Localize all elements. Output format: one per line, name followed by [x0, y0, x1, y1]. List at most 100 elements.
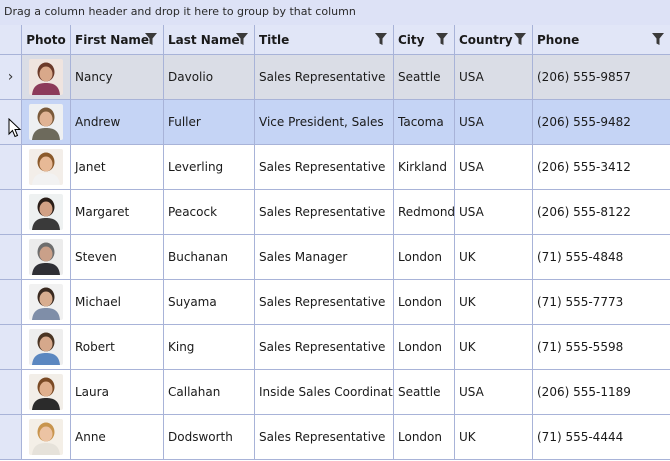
- first-name-cell[interactable]: Andrew: [71, 100, 164, 144]
- last-name: Peacock: [168, 205, 218, 219]
- column-header-first-name[interactable]: First Name: [71, 25, 164, 54]
- photo-cell[interactable]: [22, 100, 71, 144]
- phone-cell[interactable]: (206) 555-1189: [533, 370, 670, 414]
- group-panel[interactable]: Drag a column header and drop it here to…: [0, 0, 670, 25]
- last-name-cell[interactable]: Fuller: [164, 100, 255, 144]
- column-header-phone[interactable]: Phone: [533, 25, 670, 54]
- row-indicator[interactable]: [0, 280, 22, 324]
- first-name-cell[interactable]: Robert: [71, 325, 164, 369]
- photo-cell[interactable]: [22, 55, 71, 99]
- table-row[interactable]: Anne Dodsworth Sales Representative Lond…: [0, 415, 670, 460]
- first-name-cell[interactable]: Janet: [71, 145, 164, 189]
- phone-cell[interactable]: (206) 555-9482: [533, 100, 670, 144]
- row-indicator[interactable]: [0, 145, 22, 189]
- row-indicator[interactable]: [0, 190, 22, 234]
- table-row[interactable]: Michael Suyama Sales Representative Lond…: [0, 280, 670, 325]
- column-header-title[interactable]: Title: [255, 25, 394, 54]
- first-name-cell[interactable]: Nancy: [71, 55, 164, 99]
- photo-cell[interactable]: [22, 280, 71, 324]
- title-cell[interactable]: Sales Representative: [255, 190, 394, 234]
- table-row[interactable]: Janet Leverling Sales Representative Kir…: [0, 145, 670, 190]
- city-cell[interactable]: London: [394, 325, 455, 369]
- city-cell[interactable]: Tacoma: [394, 100, 455, 144]
- last-name-cell[interactable]: Davolio: [164, 55, 255, 99]
- row-indicator[interactable]: [0, 235, 22, 279]
- city-cell[interactable]: Kirkland: [394, 145, 455, 189]
- filter-icon[interactable]: [514, 33, 526, 46]
- table-row[interactable]: Robert King Sales Representative London …: [0, 325, 670, 370]
- filter-icon[interactable]: [436, 33, 448, 46]
- table-row[interactable]: › Nancy Davolio Sales Representative Sea…: [0, 55, 670, 100]
- column-header-country[interactable]: Country: [455, 25, 533, 54]
- city-cell[interactable]: London: [394, 235, 455, 279]
- table-row[interactable]: Steven Buchanan Sales Manager London UK …: [0, 235, 670, 280]
- phone-cell[interactable]: (71) 555-7773: [533, 280, 670, 324]
- filter-icon[interactable]: [375, 33, 387, 46]
- country-cell[interactable]: USA: [455, 190, 533, 234]
- table-row[interactable]: Laura Callahan Inside Sales Coordinator …: [0, 370, 670, 415]
- phone: (71) 555-7773: [537, 295, 624, 309]
- city-cell[interactable]: Redmond: [394, 190, 455, 234]
- filter-icon[interactable]: [652, 33, 664, 46]
- row-indicator[interactable]: [0, 415, 22, 459]
- phone-cell[interactable]: (206) 555-8122: [533, 190, 670, 234]
- column-header-photo[interactable]: Photo: [22, 25, 71, 54]
- title-cell[interactable]: Vice President, Sales: [255, 100, 394, 144]
- country-cell[interactable]: UK: [455, 280, 533, 324]
- photo-cell[interactable]: [22, 235, 71, 279]
- country-cell[interactable]: USA: [455, 100, 533, 144]
- first-name: Robert: [75, 340, 115, 354]
- first-name-cell[interactable]: Steven: [71, 235, 164, 279]
- last-name-cell[interactable]: Suyama: [164, 280, 255, 324]
- column-header-city[interactable]: City: [394, 25, 455, 54]
- country-cell[interactable]: UK: [455, 235, 533, 279]
- title-cell[interactable]: Sales Manager: [255, 235, 394, 279]
- filter-icon[interactable]: [145, 33, 157, 46]
- photo-cell[interactable]: [22, 145, 71, 189]
- phone-cell[interactable]: (71) 555-5598: [533, 325, 670, 369]
- photo-cell[interactable]: [22, 415, 71, 459]
- phone-cell[interactable]: (71) 555-4444: [533, 415, 670, 459]
- country-cell[interactable]: USA: [455, 145, 533, 189]
- employee-photo: [29, 149, 63, 185]
- row-indicator[interactable]: ›: [0, 55, 22, 99]
- first-name-cell[interactable]: Margaret: [71, 190, 164, 234]
- title-cell[interactable]: Sales Representative: [255, 415, 394, 459]
- city-cell[interactable]: London: [394, 415, 455, 459]
- city-cell[interactable]: Seattle: [394, 55, 455, 99]
- country-cell[interactable]: USA: [455, 55, 533, 99]
- country-cell[interactable]: UK: [455, 415, 533, 459]
- phone-cell[interactable]: (206) 555-3412: [533, 145, 670, 189]
- city-cell[interactable]: London: [394, 280, 455, 324]
- phone-cell[interactable]: (206) 555-9857: [533, 55, 670, 99]
- photo-cell[interactable]: [22, 325, 71, 369]
- last-name-cell[interactable]: King: [164, 325, 255, 369]
- last-name-cell[interactable]: Leverling: [164, 145, 255, 189]
- photo-cell[interactable]: [22, 370, 71, 414]
- title-cell[interactable]: Sales Representative: [255, 145, 394, 189]
- first-name-cell[interactable]: Anne: [71, 415, 164, 459]
- phone: (206) 555-3412: [537, 160, 631, 174]
- phone-cell[interactable]: (71) 555-4848: [533, 235, 670, 279]
- title-cell[interactable]: Sales Representative: [255, 325, 394, 369]
- table-row[interactable]: Margaret Peacock Sales Representative Re…: [0, 190, 670, 235]
- last-name-cell[interactable]: Peacock: [164, 190, 255, 234]
- first-name-cell[interactable]: Laura: [71, 370, 164, 414]
- first-name-cell[interactable]: Michael: [71, 280, 164, 324]
- row-indicator[interactable]: [0, 325, 22, 369]
- city-cell[interactable]: Seattle: [394, 370, 455, 414]
- country-cell[interactable]: UK: [455, 325, 533, 369]
- title-cell[interactable]: Sales Representative: [255, 280, 394, 324]
- country-cell[interactable]: USA: [455, 370, 533, 414]
- last-name-cell[interactable]: Callahan: [164, 370, 255, 414]
- last-name-cell[interactable]: Dodsworth: [164, 415, 255, 459]
- filter-icon[interactable]: [236, 33, 248, 46]
- last-name-cell[interactable]: Buchanan: [164, 235, 255, 279]
- photo-cell[interactable]: [22, 190, 71, 234]
- table-row[interactable]: Andrew Fuller Vice President, Sales Taco…: [0, 100, 670, 145]
- row-indicator[interactable]: [0, 370, 22, 414]
- column-header-last-name[interactable]: Last Name: [164, 25, 255, 54]
- header-row: Photo First Name Last Name Title City Co…: [0, 25, 670, 55]
- title-cell[interactable]: Sales Representative: [255, 55, 394, 99]
- title-cell[interactable]: Inside Sales Coordinator: [255, 370, 394, 414]
